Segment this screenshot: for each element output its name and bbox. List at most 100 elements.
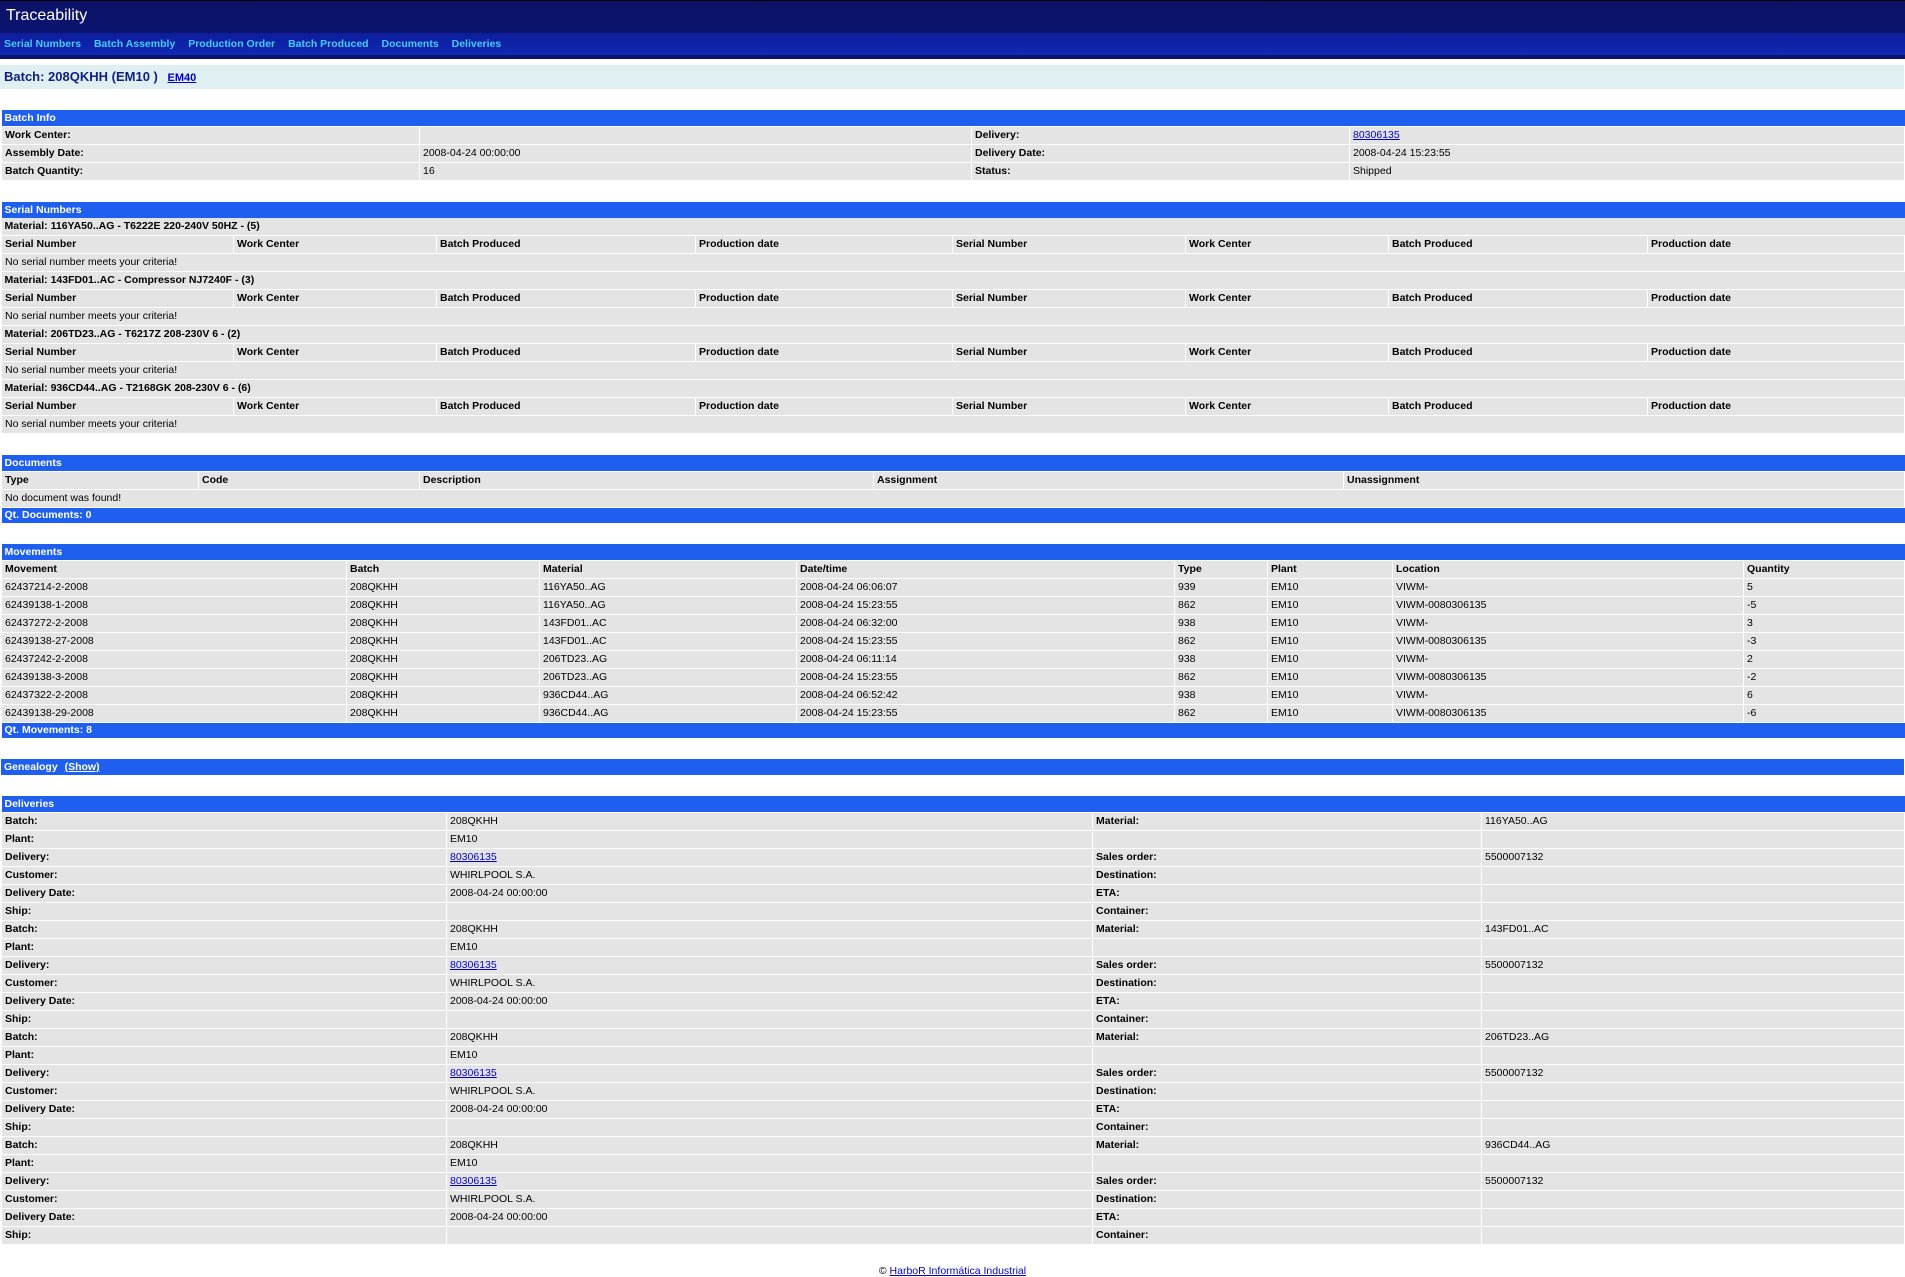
delivery-batch-value: 208QKHH: [446, 1136, 1093, 1155]
delivery-sales-order-value: 5500007132: [1481, 1172, 1905, 1191]
delivery-batch-label: Batch:: [1, 812, 447, 831]
movement-cell: EM10: [1267, 632, 1393, 651]
serial-header-row: Serial Number Work Center Batch Produced Pr…: [1, 343, 1905, 362]
delivery-number-link[interactable]: 80306135: [450, 1067, 497, 1079]
delivery-ship-value: [446, 1226, 1093, 1245]
app-title: Traceability: [6, 7, 88, 24]
delivery-row: Delivery Date: 2008-04-24 00:00:00 ETA:: [1, 1208, 1905, 1227]
delivery-delivery-value: 80306135: [446, 956, 1093, 975]
documents-section: Documents Type Code Description Assignme…: [0, 454, 1905, 523]
serial-header-row: Serial Number Work Center Batch Produced Pr…: [1, 235, 1905, 254]
delivery-delivery-label: Delivery:: [1, 848, 447, 867]
assembly-date-value: 2008-04-24 00:00:00: [419, 144, 972, 163]
company-link[interactable]: HarboR Informática Industrial: [890, 1265, 1027, 1277]
delivery-plant-value: EM10: [446, 1046, 1093, 1065]
delivery-sales-order-label: Sales order:: [1092, 1172, 1482, 1191]
delivery-ship-label: Ship:: [1, 902, 447, 921]
movement-cell: VIWM-: [1392, 614, 1744, 633]
delivery-eta-label: ETA:: [1092, 884, 1482, 903]
nav-deliveries[interactable]: Deliveries: [452, 38, 502, 50]
delivery-empty-cell: [1092, 830, 1482, 849]
nav-documents[interactable]: Documents: [382, 38, 439, 50]
delivery-plant-value: EM10: [446, 938, 1093, 957]
movement-cell: 62437272-2-2008: [1, 614, 347, 633]
genealogy-section: Genealogy (Show): [0, 758, 1905, 775]
delivery-label: Delivery:: [971, 126, 1350, 145]
batch-quantity-value: 16: [419, 162, 972, 181]
delivery-delivery-value: 80306135: [446, 848, 1093, 867]
col-type: Type: [1, 471, 199, 490]
serial-col-header: Work Center: [233, 235, 437, 254]
movement-cell: 208QKHH: [346, 650, 540, 669]
movement-cell: -2: [1742, 668, 1905, 687]
delivery-eta-label: ETA:: [1092, 1100, 1482, 1119]
delivery-link[interactable]: 80306135: [1353, 129, 1400, 141]
serial-col-header: Serial Number: [952, 235, 1186, 254]
delivery-customer-value: WHIRLPOOL S.A.: [446, 1082, 1093, 1101]
movement-cell: 938: [1174, 614, 1268, 633]
material-title: Material: 206TD23..AG - T6217Z 208-230V …: [1, 325, 1905, 344]
movement-cell: VIWM-: [1392, 686, 1744, 705]
movement-cell: -3: [1742, 632, 1905, 651]
table-row: 62439138-1-2008 208QKHH 116YA50..AG 2008-04…: [1, 596, 1905, 615]
table-row: 62437272-2-2008 208QKHH 143FD01..AC 2008-04…: [1, 614, 1905, 633]
movement-cell: VIWM-0080306135: [1392, 668, 1744, 687]
movement-col-header: Date/time: [796, 560, 1175, 579]
delivery-destination-label: Destination:: [1092, 1082, 1482, 1101]
delivery-delivery-date-label: Delivery Date:: [1, 884, 447, 903]
nav-serial-numbers[interactable]: Serial Numbers: [4, 38, 81, 50]
movement-cell: 62439138-27-2008: [1, 632, 347, 651]
status-value: Shipped: [1348, 162, 1905, 181]
delivery-number-link[interactable]: 80306135: [450, 959, 497, 971]
delivery-ship-value: [446, 1118, 1093, 1137]
delivery-material-value: 116YA50..AG: [1481, 812, 1905, 831]
batch-info-row: Work Center: Delivery: 80306135: [1, 126, 1905, 145]
serial-col-header: Serial Number: [1, 289, 234, 308]
batch-plant-link[interactable]: EM40: [168, 72, 197, 84]
movement-cell: EM10: [1267, 614, 1393, 633]
serial-col-header: Batch Produced: [436, 343, 696, 362]
delivery-number-link[interactable]: 80306135: [450, 1175, 497, 1187]
movements-section: Movements Movement Batch Material Date/time…: [0, 543, 1905, 738]
serial-col-header: Serial Number: [1, 397, 234, 416]
delivery-sales-order-value: 5500007132: [1481, 956, 1905, 975]
movements-footer-row: Qt. Movements: 8: [1, 722, 1905, 738]
delivery-row: Delivery: 80306135 Sales order: 5500007132: [1, 1064, 1905, 1083]
table-row: 62437214-2-2008 208QKHH 116YA50..AG 2008-04…: [1, 578, 1905, 597]
delivery-row: Batch: 208QKHH Material: 143FD01..AC: [1, 920, 1905, 939]
serial-col-header: Production date: [695, 235, 953, 254]
delivery-row: Customer: WHIRLPOOL S.A. Destination:: [1, 974, 1905, 993]
genealogy-show-link[interactable]: (Show): [65, 761, 100, 773]
serial-col-header: Production date: [695, 343, 953, 362]
delivery-eta-label: ETA:: [1092, 1208, 1482, 1227]
serial-col-header: Serial Number: [952, 397, 1186, 416]
delivery-plant-label: Plant:: [1, 1046, 447, 1065]
work-center-value: [419, 126, 972, 145]
movement-col-header: Plant: [1267, 560, 1393, 579]
movement-cell: 62439138-3-2008: [1, 668, 347, 687]
delivery-date-value: 2008-04-24 15:23:55: [1348, 144, 1905, 163]
delivery-destination-label: Destination:: [1092, 974, 1482, 993]
movement-cell: 62439138-29-2008: [1, 704, 347, 723]
serial-col-header: Serial Number: [1, 235, 234, 254]
delivery-number-link[interactable]: 80306135: [450, 851, 497, 863]
material-row: Material: 116YA50..AG - T6222E 220-240V …: [1, 218, 1905, 236]
delivery-ship-label: Ship:: [1, 1010, 447, 1029]
nav-batch-produced[interactable]: Batch Produced: [288, 38, 369, 50]
movement-cell: 862: [1174, 668, 1268, 687]
movement-cell: VIWM-0080306135: [1392, 632, 1744, 651]
delivery-eta-value: [1481, 884, 1905, 903]
delivery-destination-value: [1481, 1190, 1905, 1209]
delivery-destination-label: Destination:: [1092, 866, 1482, 885]
serial-col-header: Serial Number: [952, 343, 1186, 362]
deliveries-heading: Deliveries: [1, 795, 1905, 813]
delivery-material-label: Material:: [1092, 1028, 1482, 1047]
nav-batch-assembly[interactable]: Batch Assembly: [94, 38, 175, 50]
delivery-destination-value: [1481, 974, 1905, 993]
movement-col-header: Location: [1392, 560, 1744, 579]
delivery-eta-label: ETA:: [1092, 992, 1482, 1011]
delivery-batch-value: 208QKHH: [446, 812, 1093, 831]
delivery-plant-label: Plant:: [1, 1154, 447, 1173]
nav-production-order[interactable]: Production Order: [188, 38, 275, 50]
movement-col-header: Quantity: [1742, 560, 1905, 579]
